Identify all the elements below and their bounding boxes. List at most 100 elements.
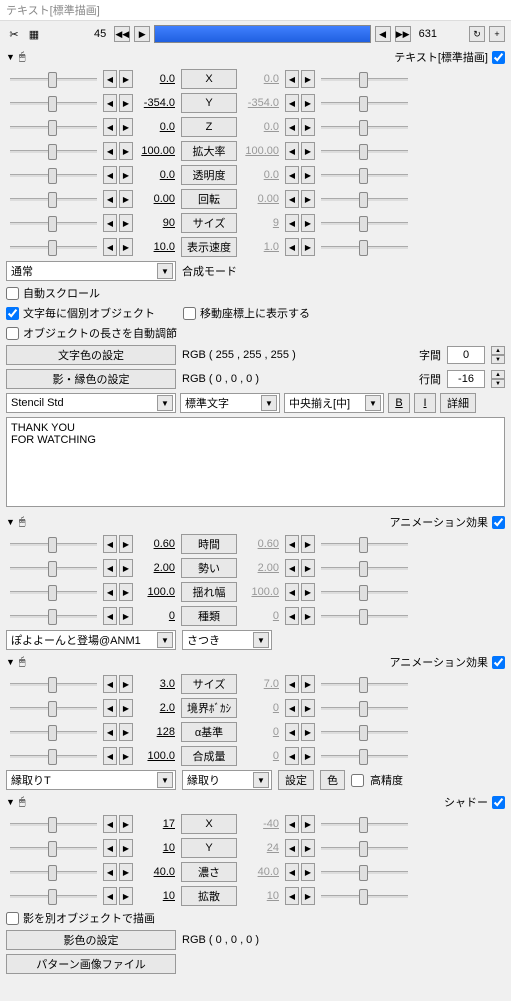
value-right[interactable]: -40: [239, 818, 283, 830]
decrement-button[interactable]: ◀: [285, 699, 299, 717]
align-combo[interactable]: 中央揃え[中]▼: [284, 393, 384, 413]
anim2-type-combo[interactable]: 縁取りT▼: [6, 770, 176, 790]
italic-button[interactable]: I: [414, 393, 436, 413]
increment-button[interactable]: ▶: [301, 863, 315, 881]
param-name-button[interactable]: 表示速度: [181, 237, 237, 257]
slider-right[interactable]: [317, 166, 412, 184]
increment-button[interactable]: ▶: [301, 214, 315, 232]
decrement-button[interactable]: ◀: [285, 815, 299, 833]
decrement-button[interactable]: ◀: [103, 142, 117, 160]
decrement-button[interactable]: ◀: [103, 94, 117, 112]
decrement-button[interactable]: ◀: [103, 607, 117, 625]
value-right[interactable]: 0: [239, 750, 283, 762]
increment-button[interactable]: ▶: [301, 94, 315, 112]
decrement-button[interactable]: ◀: [285, 535, 299, 553]
param-name-button[interactable]: 拡大率: [181, 141, 237, 161]
text-color-button[interactable]: 文字色の設定: [6, 345, 176, 365]
value-left[interactable]: 2.00: [135, 562, 179, 574]
param-name-button[interactable]: 回転: [181, 189, 237, 209]
increment-button[interactable]: ▶: [301, 535, 315, 553]
increment-button[interactable]: ▶: [301, 839, 315, 857]
mouse-icon[interactable]: 🖱: [19, 656, 26, 669]
increment-button[interactable]: ▶: [119, 699, 133, 717]
increment-button[interactable]: ▶: [119, 559, 133, 577]
decrement-button[interactable]: ◀: [103, 887, 117, 905]
decrement-button[interactable]: ◀: [285, 607, 299, 625]
slider-right[interactable]: [317, 214, 412, 232]
value-left[interactable]: 10: [135, 842, 179, 854]
slider-left[interactable]: [6, 535, 101, 553]
slider-right[interactable]: [317, 887, 412, 905]
collapse-icon[interactable]: ▼: [6, 517, 15, 527]
value-left[interactable]: 17: [135, 818, 179, 830]
value-left[interactable]: 2.0: [135, 702, 179, 714]
anim2-settings-button[interactable]: 設定: [278, 770, 314, 790]
decrement-button[interactable]: ◀: [285, 839, 299, 857]
slider-right[interactable]: [317, 94, 412, 112]
value-left[interactable]: 40.0: [135, 866, 179, 878]
autolen-check[interactable]: [6, 327, 19, 340]
text-content-input[interactable]: [6, 417, 505, 507]
slider-left[interactable]: [6, 815, 101, 833]
value-right[interactable]: 10: [239, 890, 283, 902]
decrement-button[interactable]: ◀: [103, 166, 117, 184]
slider-right[interactable]: [317, 118, 412, 136]
decrement-button[interactable]: ◀: [103, 747, 117, 765]
increment-button[interactable]: ▶: [119, 535, 133, 553]
slider-right[interactable]: [317, 863, 412, 881]
slider-left[interactable]: [6, 839, 101, 857]
decrement-button[interactable]: ◀: [103, 815, 117, 833]
increment-button[interactable]: ▶: [119, 863, 133, 881]
decrement-button[interactable]: ◀: [285, 118, 299, 136]
decrement-button[interactable]: ◀: [103, 583, 117, 601]
value-right[interactable]: 1.0: [239, 241, 283, 253]
decrement-button[interactable]: ◀: [285, 723, 299, 741]
value-left[interactable]: 0: [135, 610, 179, 622]
param-name-button[interactable]: X: [181, 814, 237, 834]
decrement-button[interactable]: ◀: [285, 887, 299, 905]
slider-left[interactable]: [6, 142, 101, 160]
anim2-color-button[interactable]: 色: [320, 770, 345, 790]
decrement-button[interactable]: ◀: [285, 214, 299, 232]
increment-button[interactable]: ▶: [301, 118, 315, 136]
section-text-enable[interactable]: [492, 51, 505, 64]
slider-right[interactable]: [317, 142, 412, 160]
blend-mode-combo[interactable]: 通常 ▼: [6, 261, 176, 281]
value-right[interactable]: 40.0: [239, 866, 283, 878]
value-right[interactable]: 0.0: [239, 121, 283, 133]
slider-left[interactable]: [6, 166, 101, 184]
slider-right[interactable]: [317, 815, 412, 833]
ffwd-icon[interactable]: ▶▶: [395, 26, 411, 42]
slider-left[interactable]: [6, 559, 101, 577]
increment-button[interactable]: ▶: [301, 887, 315, 905]
increment-button[interactable]: ▶: [119, 214, 133, 232]
decrement-button[interactable]: ◀: [103, 559, 117, 577]
line-spinner[interactable]: ▲▼: [491, 370, 505, 388]
shadow-settings-button[interactable]: 影色の設定: [6, 930, 176, 950]
value-right[interactable]: 100.00: [239, 145, 283, 157]
collapse-icon[interactable]: ▼: [6, 52, 15, 62]
value-left[interactable]: 0.60: [135, 538, 179, 550]
anim1-sub-combo[interactable]: さつき▼: [182, 630, 272, 650]
slider-right[interactable]: [317, 559, 412, 577]
increment-button[interactable]: ▶: [301, 607, 315, 625]
slider-left[interactable]: [6, 887, 101, 905]
increment-button[interactable]: ▶: [301, 142, 315, 160]
increment-button[interactable]: ▶: [301, 723, 315, 741]
mouse-icon[interactable]: 🖱: [19, 796, 26, 809]
value-left[interactable]: 128: [135, 726, 179, 738]
param-name-button[interactable]: Y: [181, 838, 237, 858]
increment-button[interactable]: ▶: [119, 118, 133, 136]
decrement-button[interactable]: ◀: [103, 675, 117, 693]
increment-button[interactable]: ▶: [301, 559, 315, 577]
param-name-button[interactable]: X: [181, 69, 237, 89]
increment-button[interactable]: ▶: [119, 839, 133, 857]
increment-button[interactable]: ▶: [119, 190, 133, 208]
param-name-button[interactable]: Y: [181, 93, 237, 113]
increment-button[interactable]: ▶: [301, 190, 315, 208]
shadow-color-button[interactable]: 影・縁色の設定: [6, 369, 176, 389]
collapse-icon[interactable]: ▼: [6, 657, 15, 667]
increment-button[interactable]: ▶: [301, 238, 315, 256]
increment-button[interactable]: ▶: [119, 815, 133, 833]
decrement-button[interactable]: ◀: [103, 214, 117, 232]
